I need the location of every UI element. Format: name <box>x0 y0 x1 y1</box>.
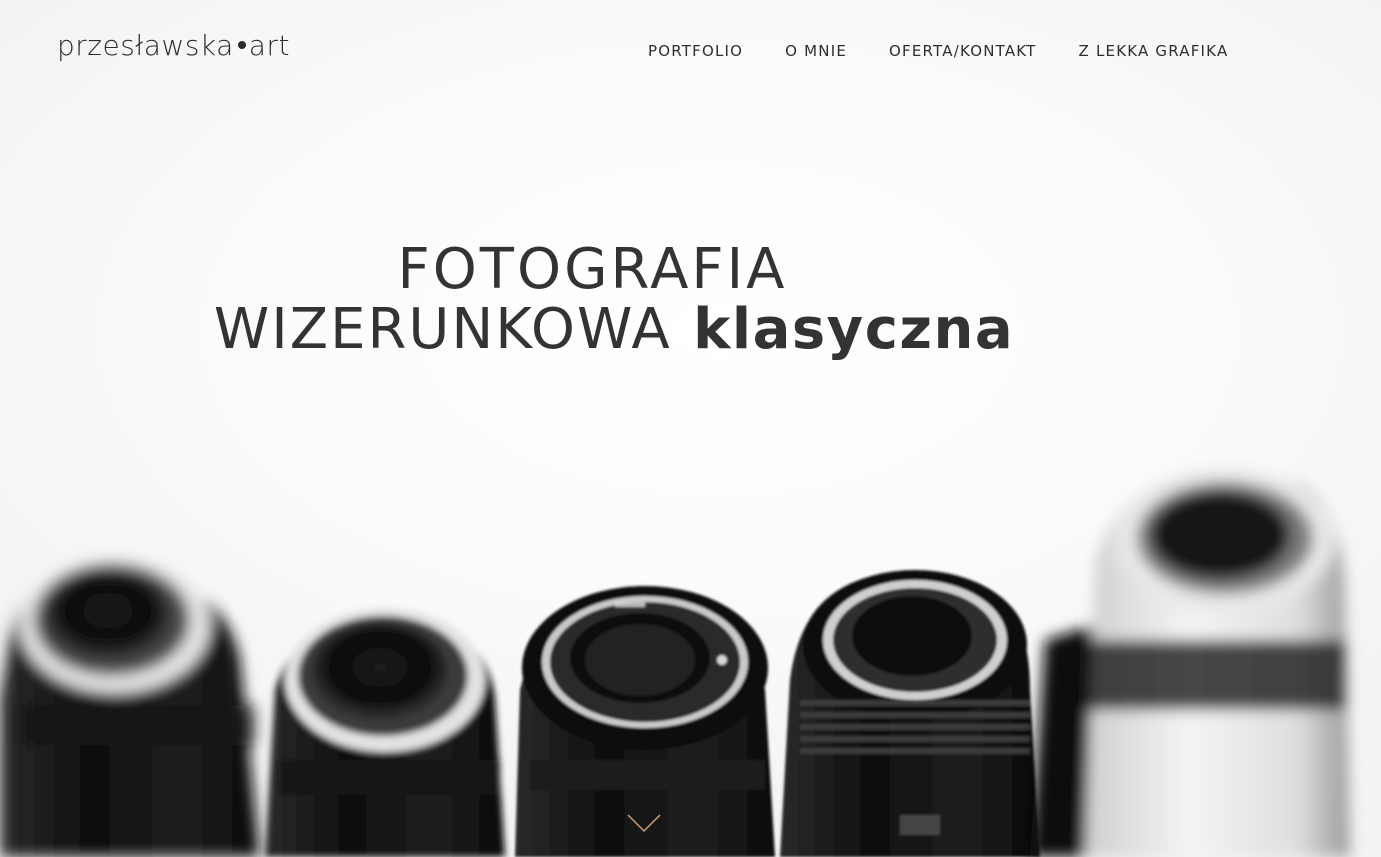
scroll-down-button[interactable] <box>626 810 662 838</box>
site-logo[interactable]: przesławska art <box>57 28 290 64</box>
nav-item-oferta-kontakt[interactable]: OFERTA/KONTAKT <box>889 40 1037 62</box>
logo-text-left: przesławska <box>57 29 234 62</box>
nav-item-portfolio[interactable]: PORTFOLIO <box>648 40 743 62</box>
logo-dot-icon <box>237 41 246 49</box>
nav-item-z-lekka-grafika[interactable]: Z LEKKA GRAFIKA <box>1079 40 1229 62</box>
logo-text-right: art <box>248 29 290 62</box>
hero-title-word-wizerunkowa: WIZERUNKOWA <box>213 297 672 362</box>
main-nav: PORTFOLIO O MNIE OFERTA/KONTAKT Z LEKKA … <box>648 40 1228 62</box>
hero-title-line1: FOTOGRAFIA <box>397 237 788 302</box>
camera-lenses-photo <box>0 468 1350 857</box>
hero-title-word-klasyczna: klasyczna <box>693 297 1015 362</box>
nav-item-o-mnie[interactable]: O MNIE <box>785 40 847 62</box>
hero-title-line2: WIZERUNKOWA klasyczna <box>188 300 1040 360</box>
hero-section <box>0 0 1381 857</box>
hero-headline: FOTOGRAFIA WIZERUNKOWA klasyczna <box>200 240 1040 360</box>
chevron-down-icon <box>627 814 661 833</box>
